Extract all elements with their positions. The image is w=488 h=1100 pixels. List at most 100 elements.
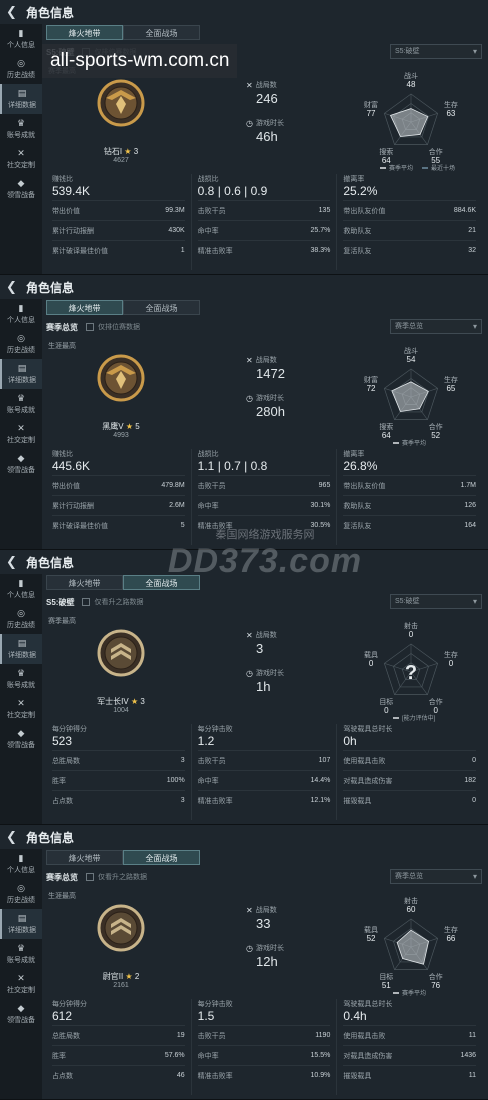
star-icon: ★ [123,422,136,431]
profile-icon: ▮ [18,577,24,588]
sidebar-item[interactable]: ♛ 账号成就 [0,664,42,694]
kpi-matches: ✕ 战局数 1472 [246,355,285,382]
rank-badge [96,78,146,128]
sidebar-item-label: 个人信息 [7,316,35,324]
kpi-playtime-text: 游戏时长 [255,670,284,677]
stat-row-label: 总胜局数 [52,1032,80,1040]
stat-head-value: 1.2 [197,734,215,748]
sidebar-item[interactable]: ◎ 历史战绩 [0,54,42,84]
stat-row-label: 使用载具击败 [343,757,386,765]
stat-row-value: 14.4% [310,777,331,784]
sidebar-item-label: 详细数据 [8,376,36,384]
filter-checkbox[interactable] [86,323,94,331]
tab-mode[interactable]: 烽火地带 [46,850,123,865]
stat-row: 精准击败率 30.5% [197,515,331,535]
season-select[interactable]: 赛季总览 ▾ [390,869,482,884]
sidebar-item[interactable]: ▮ 个人信息 [0,574,42,604]
tab-mode[interactable]: 全面战场 [123,25,200,40]
sidebar-item-label: 账号成就 [7,406,35,414]
sidebar-item[interactable]: ▤ 详细数据 [0,909,42,939]
kpi-playtime: ◷ 游戏时长 280h [246,393,285,420]
radar-value: 0 [409,630,414,639]
sidebar-item[interactable]: ♛ 账号成就 [0,114,42,144]
sidebar-item[interactable]: ▮ 个人信息 [0,299,42,329]
kpi-playtime: ◷ 游戏时长 1h [246,668,284,695]
radar-value: 72 [367,384,376,393]
sidebar-item[interactable]: ▮ 个人信息 [0,24,42,54]
stat-row-value: 430K [168,227,185,234]
ability-radar: 战斗 48 生存 63 合作 55 搜索 64 财富 77 赛季平均 最近十场 [356,64,466,174]
kpi-matches-value: 246 [256,91,278,106]
sidebar-item[interactable]: ◎ 历史战绩 [0,879,42,909]
main-content: 烽火地带 全面战场 赛季总览 仅排位赛数据 赛季总览 ▾ 生涯最高 黑鹰V ★ 5 4993 ✕ 战… [46,299,482,549]
stat-row-value: 38.3% [310,247,331,254]
sidebar-item[interactable]: ✕ 社交定制 [0,694,42,724]
stat-row-value: 965 [318,482,331,489]
radar-chart: 战斗48 生存63 合作55 搜索64 财富77 赛季平均 最近十场 [364,71,458,172]
stat-row-label: 复活队友 [343,522,372,530]
sidebar-item[interactable]: ◆ 领雪战备 [0,174,42,204]
history-icon: ◎ [17,607,25,618]
stat-row-value: 884.6K [453,207,477,214]
stat-row: 累计行动报酬 430K [52,220,185,240]
stat-head-label: 撤离率 [343,176,365,183]
season-select-value: 赛季总览 [395,323,423,330]
sidebar-item[interactable]: ▤ 详细数据 [0,634,42,664]
back-icon[interactable]: ❮ [6,5,20,19]
stat-row-value: 2.6M [169,502,185,509]
sidebar-item[interactable]: ▮ 个人信息 [0,849,42,879]
back-icon[interactable]: ❮ [6,830,20,844]
radar-value: 52 [431,431,440,440]
stat-row: 总胜局数 3 [52,750,185,770]
kpi-matches-label: ✕ 战局数 [246,905,277,915]
rank-badge [96,903,146,953]
stat-row-value: 1190 [315,1032,331,1039]
sidebar-item[interactable]: ◎ 历史战绩 [0,604,42,634]
kpi-playtime-value: 12h [256,954,278,969]
kpi-playtime-text: 游戏时长 [255,945,284,952]
rank-badge-icon [97,904,145,952]
radar-label: 射击 [404,621,418,630]
kpi-matches-label: ✕ 战局数 [246,80,278,90]
stat-row: 对载具造成伤害 182 [343,770,477,790]
sidebar-item[interactable]: ◆ 领雪战备 [0,999,42,1029]
season-row: 赛季总览 仅看升之路数据 赛季总览 ▾ [46,869,482,885]
sidebar-item[interactable]: ✕ 社交定制 [0,144,42,174]
gear-icon: ◆ [17,177,25,188]
filter-checkbox[interactable] [82,598,91,606]
stat-column: 撤离率 26.8% 带出队友价值 1.7M 救助队友 126 复活队友 164 [336,449,482,545]
sidebar-item[interactable]: ▤ 详细数据 [0,359,42,389]
sidebar-item[interactable]: ✕ 社交定制 [0,419,42,449]
back-icon[interactable]: ❮ [6,555,20,569]
details-icon: ▤ [17,362,27,373]
tab-mode[interactable]: 烽火地带 [46,25,123,40]
stat-row: 带出价值 479.8M [52,475,185,495]
stat-head-label: 战损比 [197,451,219,458]
season-select[interactable]: S5:破壁 ▾ [390,594,482,609]
radar-chart: 射击60 生存66 合作76 目标51 载具52 赛季平均 [364,896,458,997]
stat-row-label: 精准击败率 [197,1072,233,1080]
tab-mode[interactable]: 烽火地带 [46,575,123,590]
season-select[interactable]: S5:破壁 ▾ [390,44,482,59]
season-select[interactable]: 赛季总览 ▾ [390,319,482,334]
sidebar-item[interactable]: ♛ 账号成就 [0,389,42,419]
sidebar-item-label: 社交定制 [7,161,35,169]
sidebar-item-label: 账号成就 [7,956,35,964]
filter-checkbox[interactable] [86,873,94,881]
sidebar-item[interactable]: ♛ 账号成就 [0,939,42,969]
sidebar-item[interactable]: ▤ 详细数据 [0,84,42,114]
sidebar-item[interactable]: ◆ 领雪战备 [0,724,42,754]
tab-mode[interactable]: 全面战场 [123,300,200,315]
star-icon: ★ [122,147,134,156]
profile-icon: ▮ [18,852,24,863]
sidebar-item[interactable]: ◆ 领雪战备 [0,449,42,479]
tab-mode[interactable]: 全面战场 [123,575,200,590]
sidebar-item[interactable]: ✕ 社交定制 [0,969,42,999]
sidebar-item[interactable]: ◎ 历史战绩 [0,329,42,359]
tab-mode[interactable]: 全面战场 [123,850,200,865]
back-icon[interactable]: ❮ [6,280,20,294]
crossed-swords-icon: ✕ [246,630,253,640]
tab-mode[interactable]: 烽火地带 [46,300,123,315]
stat-row-value: 30.5% [310,522,331,529]
mode-tabs: 烽火地带 全面战场 [46,300,200,315]
